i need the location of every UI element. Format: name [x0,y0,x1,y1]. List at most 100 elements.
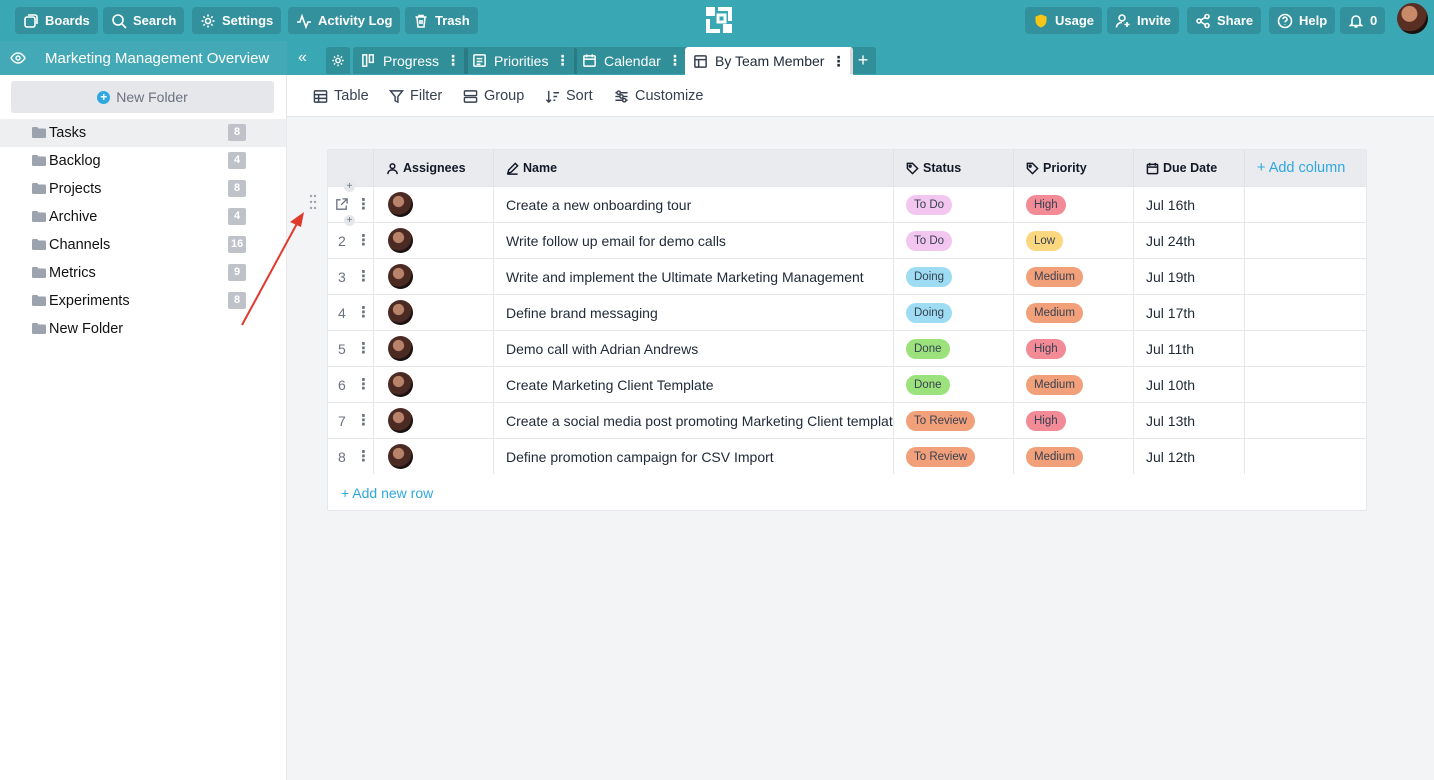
insert-row-below-icon[interactable]: + [344,215,355,226]
sort-button[interactable]: Sort [545,88,593,104]
drag-handle-icon[interactable] [308,193,318,211]
kebab-icon[interactable]: ⋮ [831,53,845,70]
table-row[interactable]: 4 ⋮ Define brand messaging Doing Medium Jul 1… [328,294,1366,330]
kebab-icon[interactable]: ⋮ [555,52,569,69]
kebab-icon[interactable]: ⋮ [356,447,371,465]
add-column-button[interactable]: + Add column [1245,150,1366,186]
empty-cell[interactable] [1245,223,1366,258]
status-column-header[interactable]: Status [894,150,1014,186]
new-folder-button[interactable]: + New Folder [11,81,274,113]
assignees-cell[interactable] [374,403,494,438]
table-row[interactable]: 8 ⋮ Define promotion campaign for CSV Impo… [328,438,1366,474]
name-cell[interactable]: Create a new onboarding tour [494,187,894,222]
due-date-cell[interactable]: Jul 12th [1134,439,1245,474]
status-cell[interactable]: Doing [894,295,1014,330]
assignees-cell[interactable] [374,367,494,402]
group-button[interactable]: Group [463,88,524,104]
view-settings-tab[interactable] [326,47,350,74]
table-row[interactable]: ⋮ Create a new onboarding tour To Do High Ju… [328,186,1366,222]
kebab-icon[interactable]: ⋮ [356,375,371,393]
share-button[interactable]: Share [1187,7,1262,34]
priority-cell[interactable]: Medium [1014,367,1134,402]
name-cell[interactable]: Demo call with Adrian Andrews [494,331,894,366]
empty-cell[interactable] [1245,439,1366,474]
assignees-cell[interactable] [374,259,494,294]
help-button[interactable]: Help [1269,7,1336,34]
due-date-cell[interactable]: Jul 11th [1134,331,1245,366]
customize-button[interactable]: Customize [614,88,704,104]
assignees-cell[interactable] [374,295,494,330]
priority-cell[interactable]: Medium [1014,439,1134,474]
due-date-cell[interactable]: Jul 19th [1134,259,1245,294]
sidebar-folder[interactable]: Projects 8 [0,175,286,203]
name-cell[interactable]: Define brand messaging [494,295,894,330]
table-row[interactable]: 6 ⋮ Create Marketing Client Template Done Me… [328,366,1366,402]
due-date-cell[interactable]: Jul 17th [1134,295,1245,330]
tab-priorities[interactable]: Priorities ⋮ [464,47,578,74]
kebab-icon[interactable]: ⋮ [356,267,371,285]
name-cell[interactable]: Write and implement the Ultimate Marketi… [494,259,894,294]
activity-log-button[interactable]: Activity Log [288,7,401,34]
kebab-icon[interactable]: ⋮ [356,339,371,357]
status-cell[interactable]: To Do [894,187,1014,222]
empty-cell[interactable] [1245,259,1366,294]
empty-cell[interactable] [1245,331,1366,366]
name-cell[interactable]: Create Marketing Client Template [494,367,894,402]
name-cell[interactable]: Define promotion campaign for CSV Import [494,439,894,474]
table-row[interactable]: 2 ⋮ Write follow up email for demo calls To… [328,222,1366,258]
open-record-icon[interactable] [334,197,349,212]
sidebar-folder[interactable]: Tasks 8 [0,119,286,147]
due-date-cell[interactable]: Jul 16th [1134,187,1245,222]
add-view-button[interactable]: + [850,47,876,74]
status-cell[interactable]: To Review [894,439,1014,474]
status-cell[interactable]: Done [894,367,1014,402]
kebab-icon[interactable]: ⋮ [356,231,371,249]
status-cell[interactable]: Doing [894,259,1014,294]
filter-button[interactable]: Filter [389,88,442,104]
collapse-sidebar-icon[interactable]: « [298,49,307,67]
assignees-cell[interactable] [374,187,494,222]
user-avatar[interactable] [1397,3,1428,34]
table-view-button[interactable]: Table [313,88,369,104]
app-logo[interactable] [704,5,734,35]
empty-cell[interactable] [1245,187,1366,222]
status-cell[interactable]: To Do [894,223,1014,258]
name-cell[interactable]: Write follow up email for demo calls [494,223,894,258]
status-cell[interactable]: To Review [894,403,1014,438]
notifications-button[interactable]: 0 [1340,7,1386,34]
add-row-button[interactable]: + Add new row [341,485,433,501]
usage-button[interactable]: Usage [1025,7,1103,34]
priority-cell[interactable]: High [1014,187,1134,222]
priority-cell[interactable]: High [1014,331,1134,366]
kebab-icon[interactable]: ⋮ [446,52,460,69]
assignees-column-header[interactable]: Assignees [374,150,494,186]
due-date-column-header[interactable]: Due Date [1134,150,1245,186]
name-column-header[interactable]: Name [494,150,894,186]
kebab-icon[interactable]: ⋮ [356,303,371,321]
table-row[interactable]: 7 ⋮ Create a social media post promoting M… [328,402,1366,438]
priority-cell[interactable]: Low [1014,223,1134,258]
priority-column-header[interactable]: Priority [1014,150,1134,186]
sidebar-folder[interactable]: Backlog 4 [0,147,286,175]
tab-calendar[interactable]: Calendar ⋮ [574,47,690,74]
assignees-cell[interactable] [374,223,494,258]
assignees-cell[interactable] [374,331,494,366]
boards-button[interactable]: Boards [15,7,98,34]
empty-cell[interactable] [1245,367,1366,402]
tab-by-team-member[interactable]: By Team Member ⋮ [685,47,854,75]
priority-cell[interactable]: High [1014,403,1134,438]
invite-button[interactable]: Invite [1107,7,1179,34]
name-cell[interactable]: Create a social media post promoting Mar… [494,403,894,438]
settings-button[interactable]: Settings [192,7,282,34]
priority-cell[interactable]: Medium [1014,295,1134,330]
assignees-cell[interactable] [374,439,494,474]
insert-row-above-icon[interactable]: + [344,181,355,192]
due-date-cell[interactable]: Jul 10th [1134,367,1245,402]
empty-cell[interactable] [1245,295,1366,330]
trash-button[interactable]: Trash [405,7,478,34]
priority-cell[interactable]: Medium [1014,259,1134,294]
table-row[interactable]: 3 ⋮ Write and implement the Ultimate Marke… [328,258,1366,294]
due-date-cell[interactable]: Jul 13th [1134,403,1245,438]
status-cell[interactable]: Done [894,331,1014,366]
kebab-icon[interactable]: ⋮ [356,195,371,213]
